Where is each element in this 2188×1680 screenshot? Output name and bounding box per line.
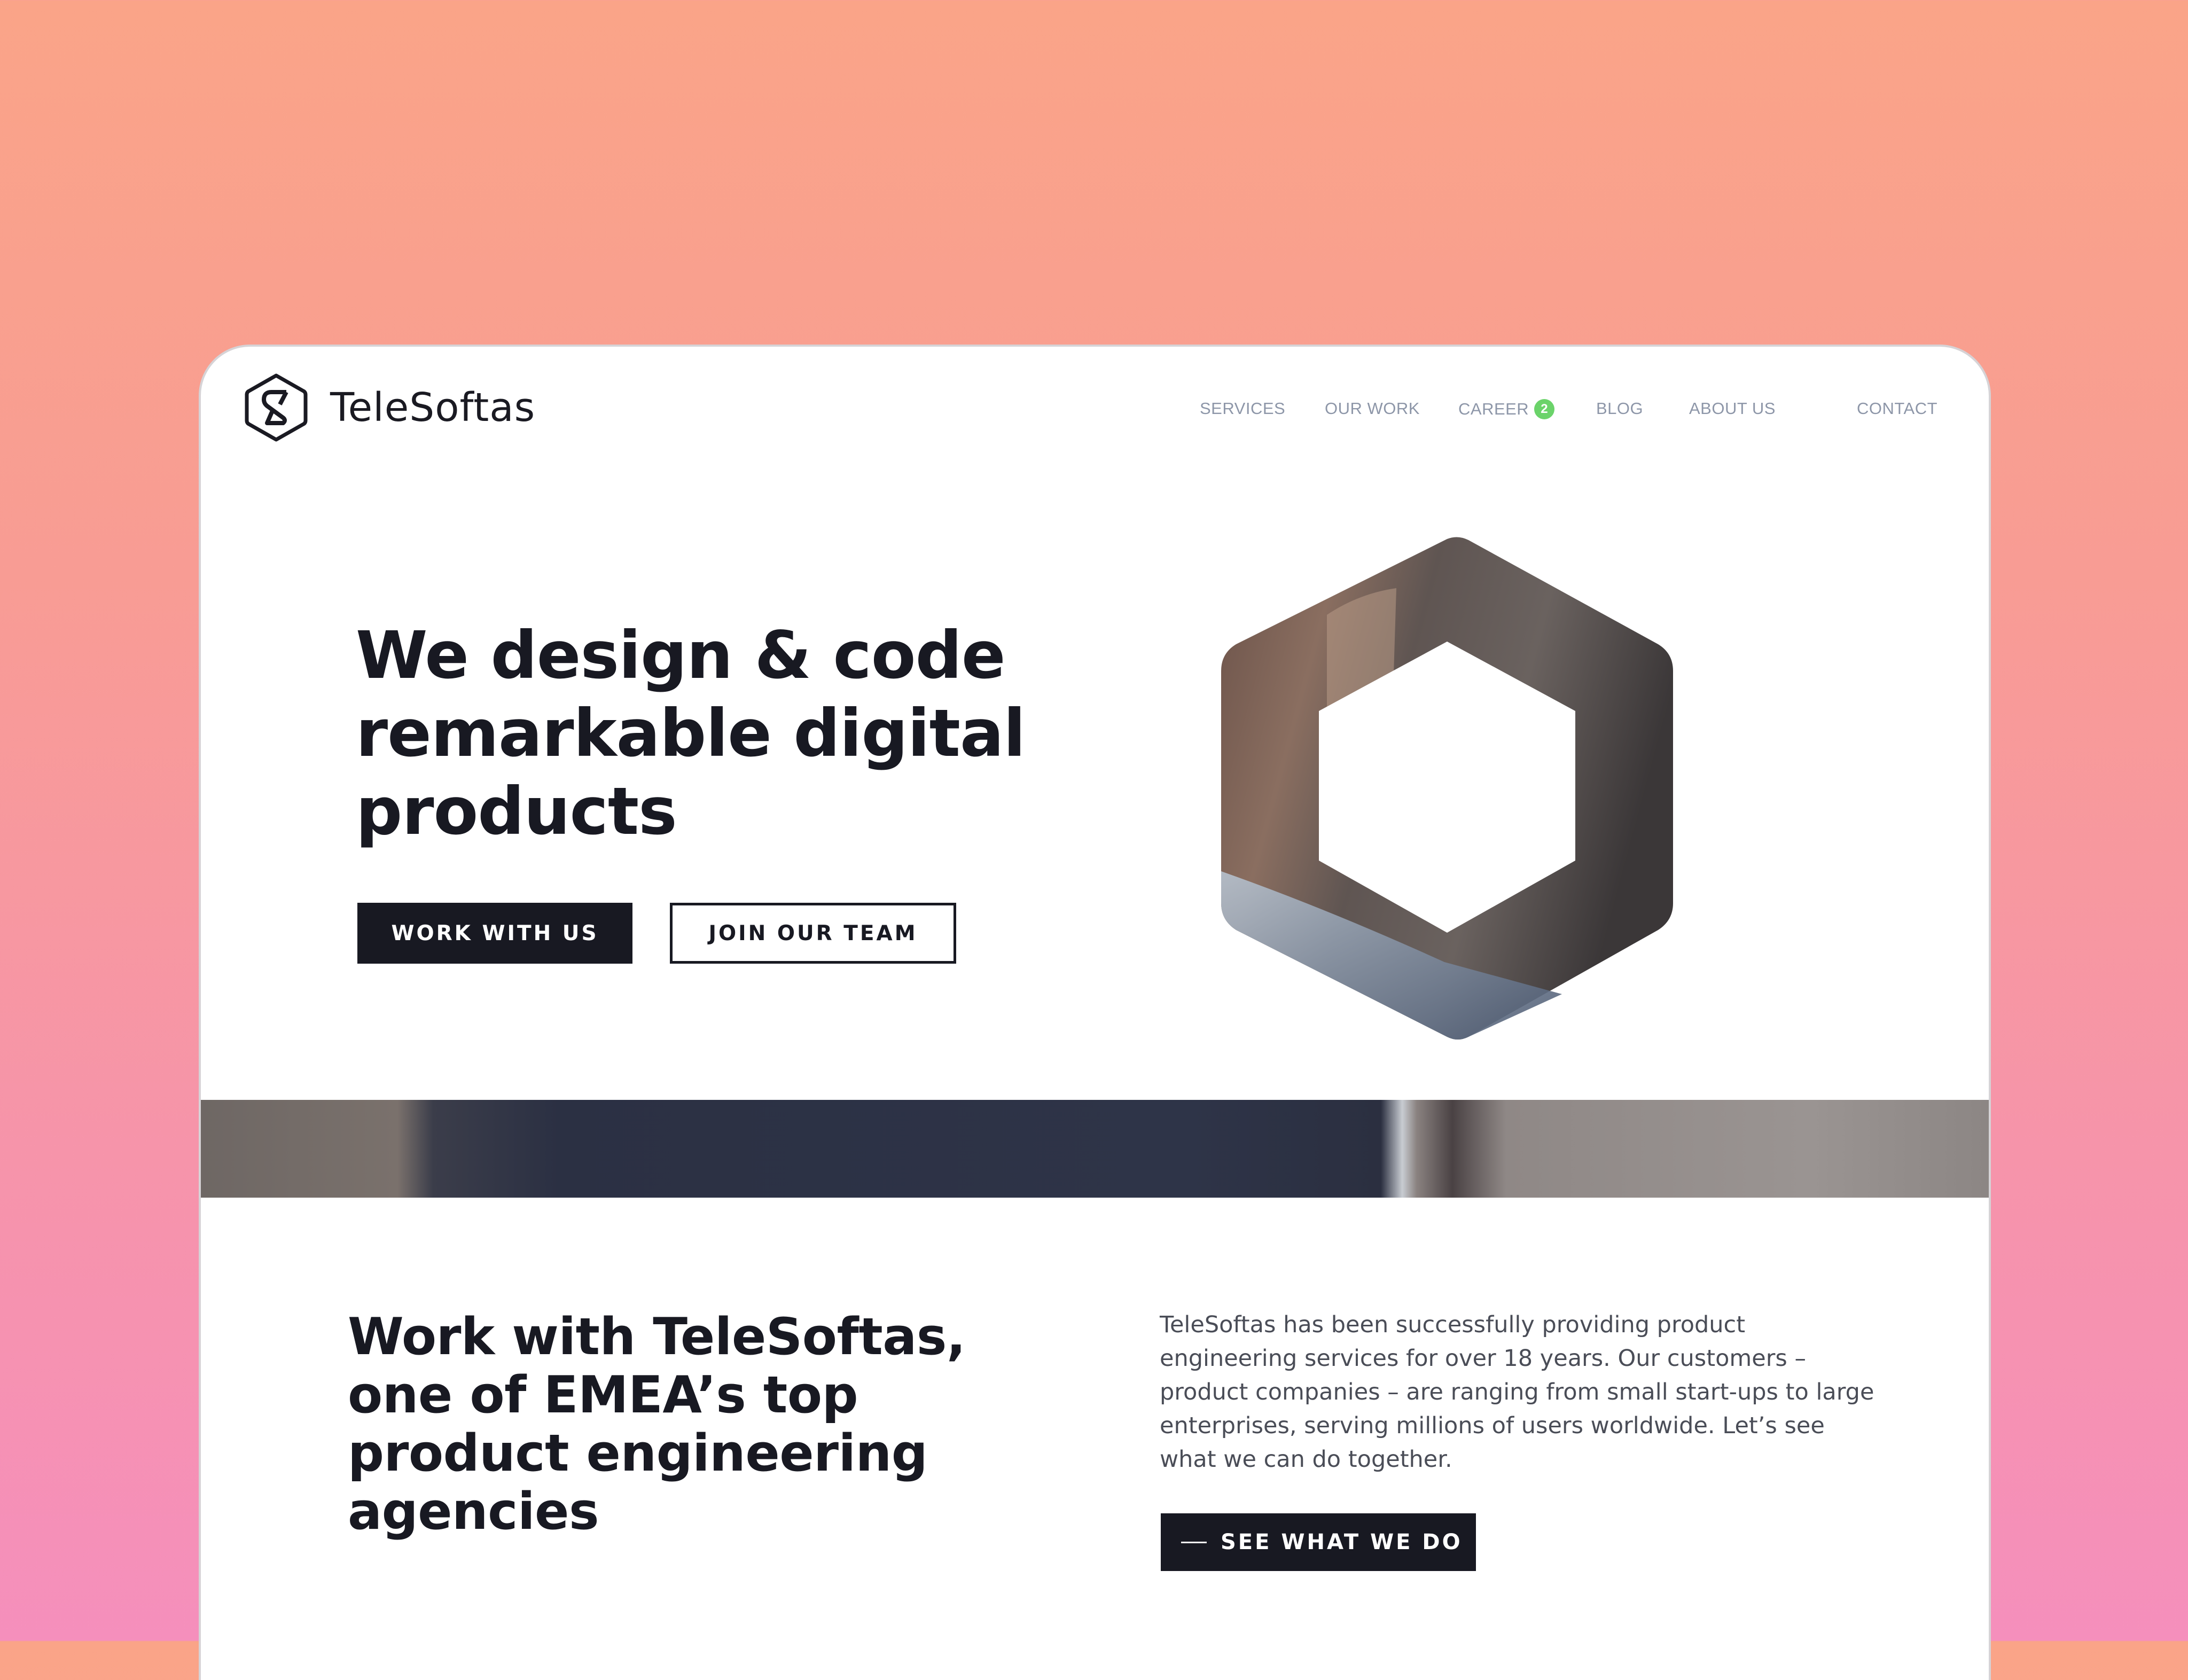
nav-about-us[interactable]: ABOUT US [1689,399,1776,418]
dash-line-icon [1181,1541,1207,1543]
photo-band [201,1100,1989,1198]
nav-about-us-label: ABOUT US [1689,399,1776,418]
about-title-line: Work with TeleSoftas, [348,1308,966,1366]
about-description: TeleSoftas has been successfully providi… [1160,1311,1874,1473]
join-our-team-button[interactable]: JOIN OUR TEAM [670,903,956,964]
nav-contact[interactable]: CONTACT [1857,399,1937,418]
work-with-us-button[interactable]: WORK WITH US [357,903,632,964]
nav-our-work[interactable]: OUR WORK [1325,399,1420,418]
nav-blog[interactable]: BLOG [1596,399,1643,418]
about-title: Work with TeleSoftas, one of EMEA’s top … [348,1308,1042,1541]
website-card: TeleSoftas SERVICES OUR WORK CAREER 2 BL… [199,345,1991,1680]
hexagon-photo-frame [1221,537,1673,1040]
about-title-line: agencies [348,1482,599,1541]
hero-title-line: products [356,773,677,849]
main-nav: SERVICES OUR WORK CAREER 2 BLOG ABOUT US… [201,399,1989,431]
career-count-badge: 2 [1534,399,1555,419]
nav-services[interactable]: SERVICES [1200,399,1285,418]
see-what-we-do-label: SEE WHAT WE DO [1221,1530,1463,1554]
hero-title: We design & code remarkable digital prod… [356,616,1104,850]
about-title-line: one of EMEA’s top [348,1366,858,1425]
nav-blog-label: BLOG [1596,399,1644,418]
nav-contact-label: CONTACT [1857,399,1938,418]
about-title-line: product engineering [348,1424,928,1483]
hero-title-line: remarkable digital [356,696,1026,771]
nav-services-label: SERVICES [1200,399,1286,418]
nav-career[interactable]: CAREER 2 [1458,399,1555,419]
hero-title-line: We design & code [356,618,1006,693]
nav-career-label: CAREER [1458,400,1529,418]
hero-hexagon-image [1220,535,1674,1042]
nav-our-work-label: OUR WORK [1325,399,1420,418]
see-what-we-do-button[interactable]: SEE WHAT WE DO [1161,1513,1476,1571]
